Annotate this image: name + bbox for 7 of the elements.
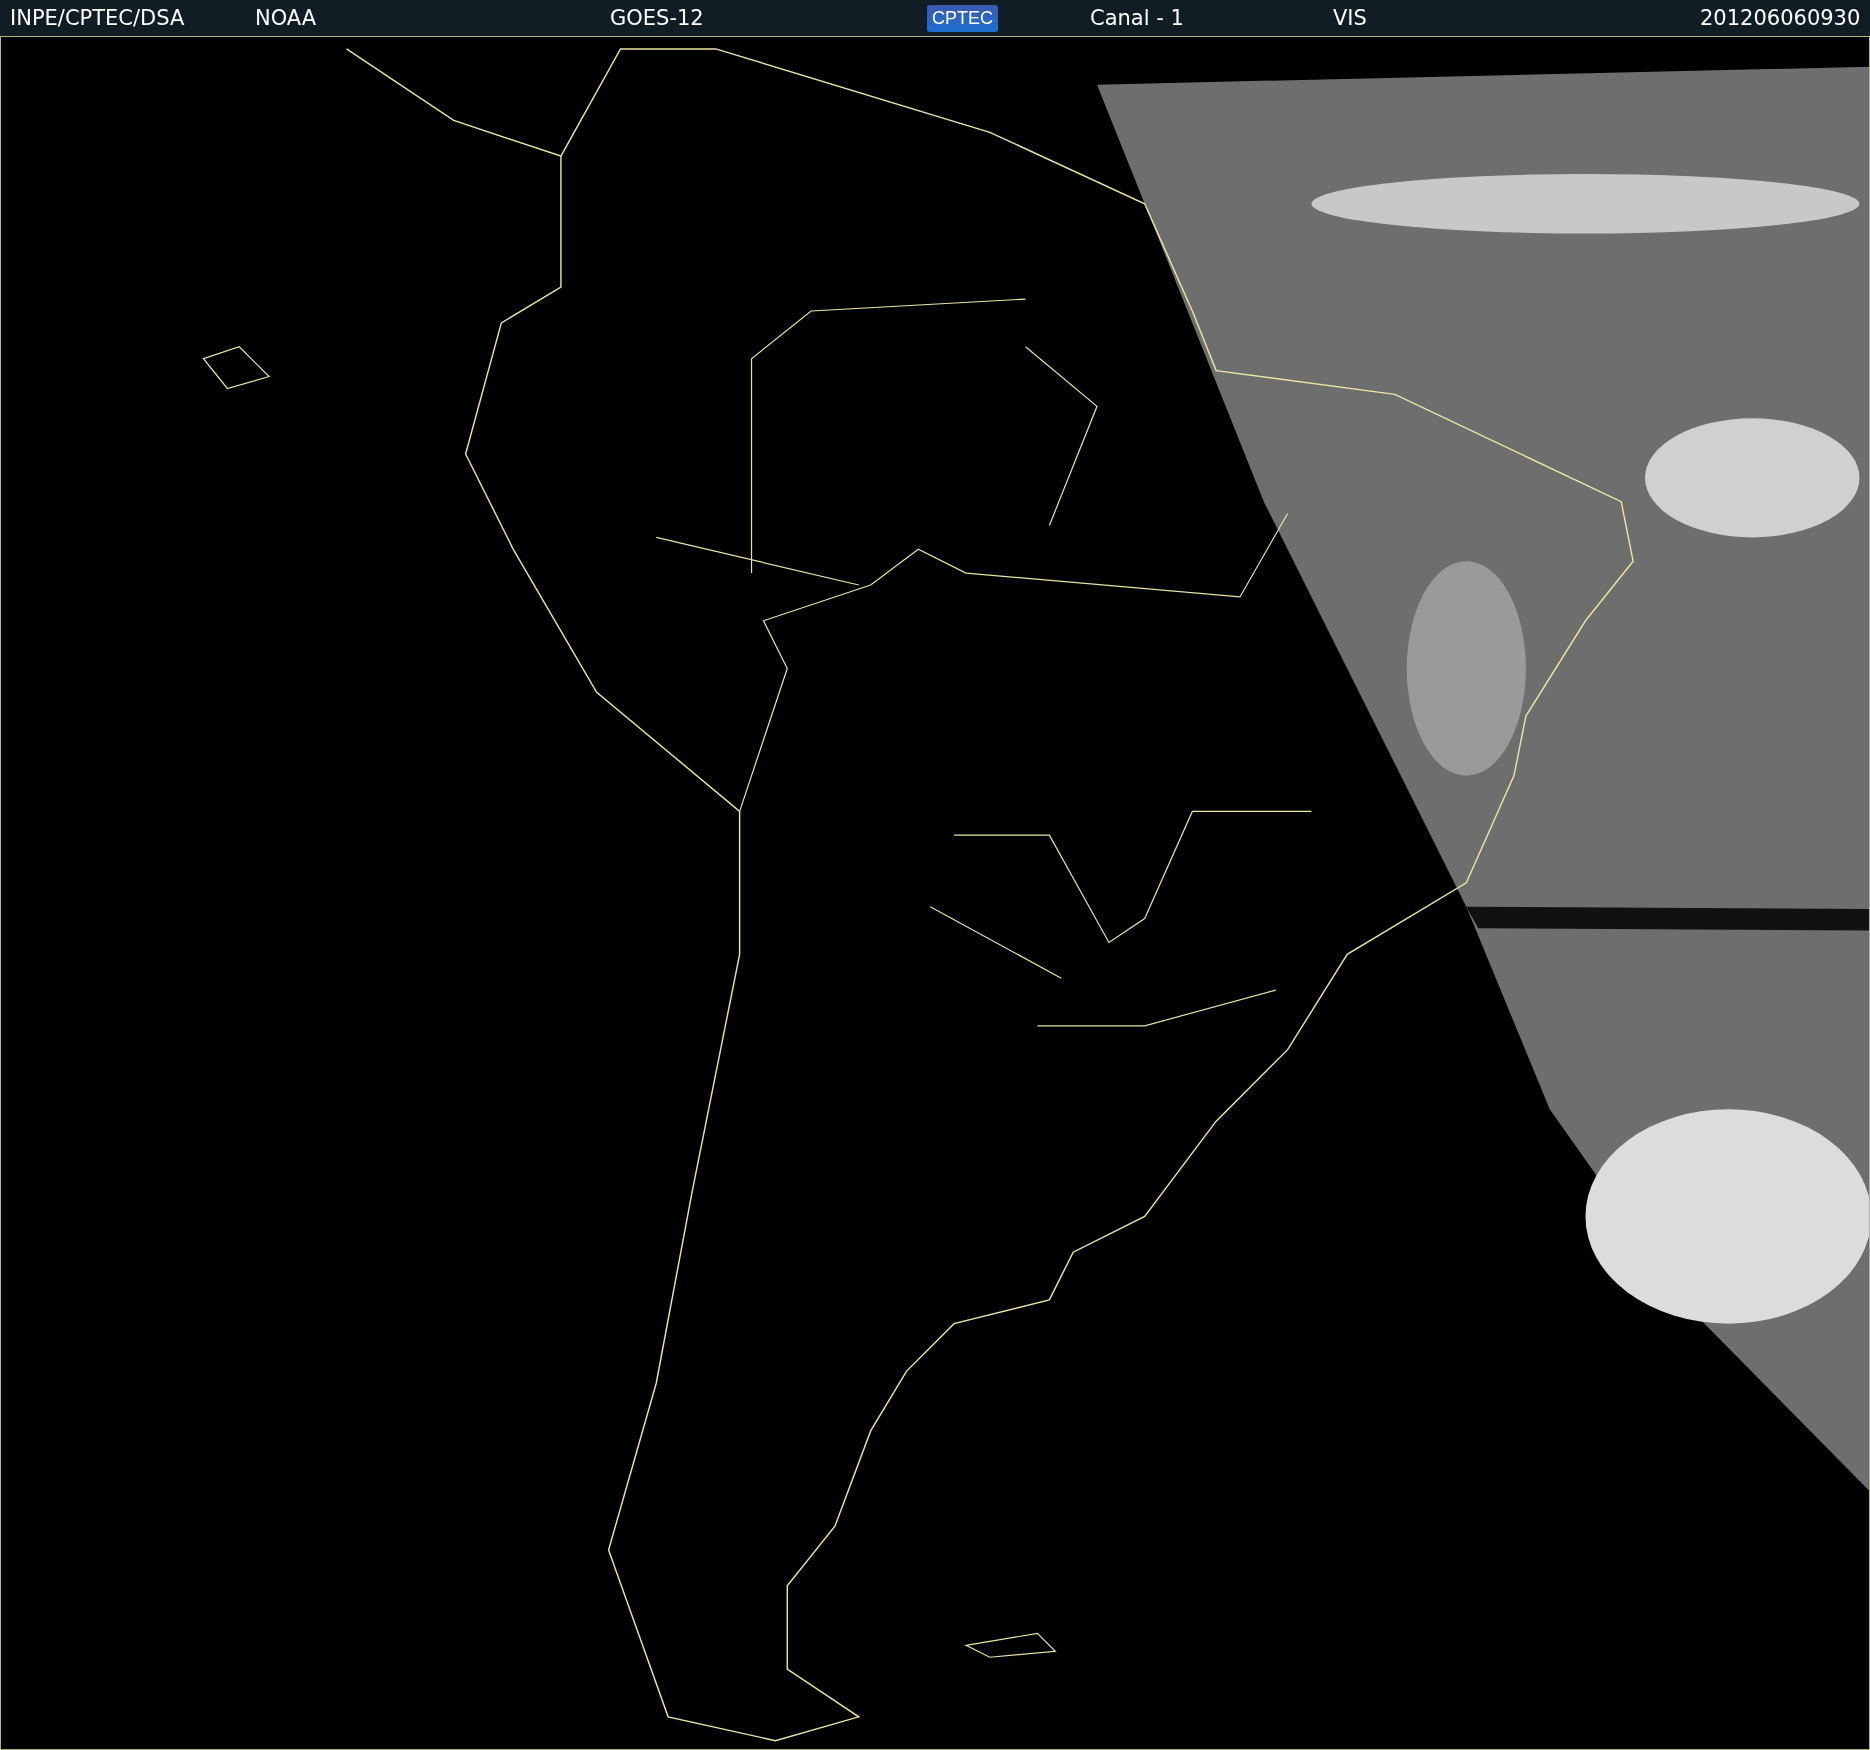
- header-label: NOAA: [255, 6, 317, 30]
- header-label: 201206060930: [1700, 6, 1861, 30]
- header-label: Canal - 1: [1090, 6, 1184, 30]
- header-label: INPE/CPTEC/DSA: [10, 6, 185, 30]
- header-label: VIS: [1333, 6, 1367, 30]
- logo: CPTEC: [927, 4, 998, 32]
- header-label: GOES-12: [610, 6, 704, 30]
